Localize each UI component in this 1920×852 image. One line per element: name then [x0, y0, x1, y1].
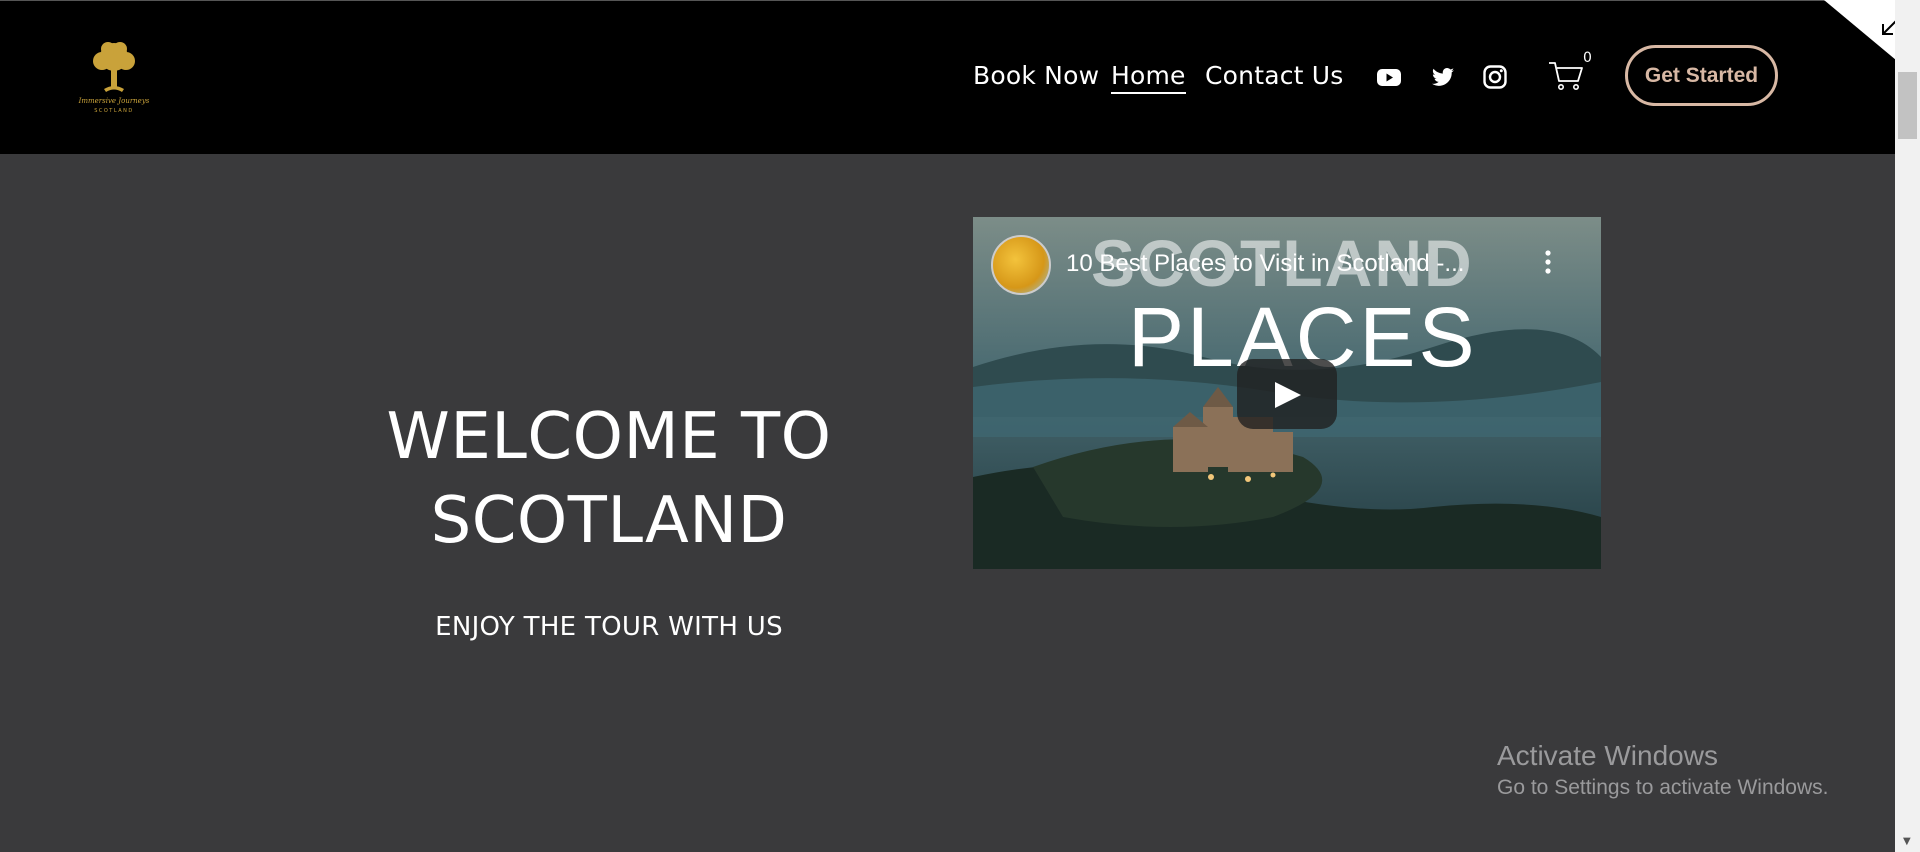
windows-activation-watermark: Activate Windows Go to Settings to activ… [1497, 740, 1829, 800]
play-icon [1275, 382, 1301, 408]
nav-home[interactable]: Home [1111, 61, 1186, 94]
hero-subtitle: ENJOY THE TOUR WITH US [435, 612, 783, 642]
scrollbar-thumb[interactable] [1898, 72, 1917, 139]
youtube-icon[interactable] [1376, 64, 1402, 90]
cart-count-badge: 0 [1583, 50, 1592, 66]
site-logo[interactable]: Immersive Journeys SCOTLAND [74, 37, 154, 117]
logo-caption-text: SCOTLAND [94, 108, 134, 114]
scroll-down-arrow-icon[interactable]: ▼ [1903, 836, 1911, 847]
get-started-button[interactable]: Get Started [1625, 45, 1778, 106]
nav-contact-us[interactable]: Contact Us [1205, 61, 1344, 90]
twitter-icon[interactable] [1430, 64, 1456, 90]
video-embed[interactable]: SCOTLAND PLACES 10 Best Places to Visit … [973, 217, 1601, 569]
cart-icon[interactable] [1548, 59, 1586, 93]
hero-title: WELCOME TO SCOTLAND [386, 400, 832, 558]
play-button[interactable] [1237, 359, 1337, 429]
activate-windows-subtitle: Go to Settings to activate Windows. [1497, 776, 1829, 799]
channel-avatar[interactable] [991, 235, 1051, 295]
nav-book-now[interactable]: Book Now [973, 61, 1099, 90]
logo-script-text: Immersive Journeys [78, 97, 150, 105]
more-options-icon[interactable] [1543, 247, 1553, 277]
tree-logo-icon: Immersive Journeys SCOTLAND [78, 42, 150, 114]
vertical-scrollbar[interactable]: ▼ [1895, 0, 1920, 852]
site-header: Immersive Journeys SCOTLAND Book Now Hom… [0, 0, 1895, 154]
activate-windows-title: Activate Windows [1497, 740, 1718, 771]
instagram-icon[interactable] [1482, 64, 1508, 90]
video-title[interactable]: 10 Best Places to Visit in Scotland -... [1066, 250, 1516, 278]
